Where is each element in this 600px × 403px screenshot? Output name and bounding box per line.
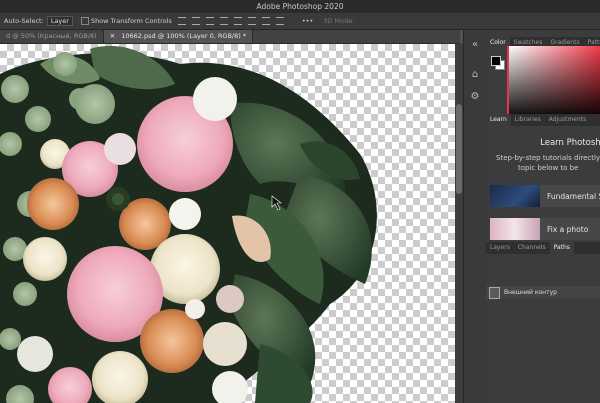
collapse-icon[interactable]: « bbox=[470, 40, 480, 50]
learn-description: Step-by-step tutorials directly i topic … bbox=[496, 153, 600, 173]
tutorial-thumbnail bbox=[490, 218, 540, 240]
layers-panel-tabs: Layers Channels Paths bbox=[486, 242, 600, 254]
properties-icon[interactable]: ⚙ bbox=[470, 92, 480, 102]
history-icon[interactable]: ⌂ bbox=[470, 70, 480, 80]
auto-select-label: Auto-Select: bbox=[4, 17, 44, 25]
document-tabs: d @ 50% (Красный, RGB/8) ✕ 10662.psd @ 1… bbox=[0, 30, 460, 44]
panel-icon-strip: « ⌂ ⚙ bbox=[463, 30, 487, 403]
learn-panel-tabs: Learn Libraries Adjustments bbox=[486, 114, 600, 126]
close-icon[interactable]: ✕ bbox=[110, 32, 115, 40]
show-transform-checkbox[interactable] bbox=[80, 17, 89, 25]
distribute-icon[interactable] bbox=[261, 17, 270, 25]
color-field[interactable] bbox=[509, 46, 600, 120]
path-item-label: Внешний контур bbox=[504, 289, 557, 296]
learn-desc-line: Step-by-step tutorials directly i bbox=[496, 154, 600, 162]
learn-title: Learn Photosho bbox=[540, 138, 600, 148]
tab-layers[interactable]: Layers bbox=[486, 242, 514, 254]
mode-3d-label: 3D Mode: bbox=[323, 17, 355, 25]
tab-label: d @ 50% (Красный, RGB/8) bbox=[6, 32, 97, 40]
canvas[interactable] bbox=[0, 44, 455, 403]
learn-desc-line: topic below to be bbox=[518, 164, 579, 172]
align-middle-icon[interactable] bbox=[191, 17, 200, 25]
tutorial-card-fix-photo[interactable]: Fix a photo bbox=[490, 218, 600, 240]
tab-adjustments[interactable]: Adjustments bbox=[545, 114, 591, 126]
align-right-icon[interactable] bbox=[247, 17, 256, 25]
tab-label: 10662.psd @ 100% (Layer 0, RGB/8) * bbox=[121, 32, 247, 40]
tab-document-2[interactable]: ✕ 10662.psd @ 100% (Layer 0, RGB/8) * bbox=[103, 30, 254, 43]
align-top-icon[interactable] bbox=[177, 17, 186, 25]
more-options-icon[interactable]: ••• bbox=[302, 17, 314, 25]
app-title: Adobe Photoshop 2020 bbox=[256, 2, 344, 11]
options-bar: Auto-Select: Layer Show Transform Contro… bbox=[0, 13, 600, 30]
tab-paths[interactable]: Paths bbox=[549, 242, 574, 254]
tutorial-label: Fix a photo bbox=[547, 224, 589, 234]
show-transform-label: Show Transform Controls bbox=[90, 17, 172, 25]
right-panels: Color Swatches Gradients Patterns Learn … bbox=[486, 30, 600, 403]
align-center-icon[interactable] bbox=[233, 17, 242, 25]
path-thumbnail bbox=[489, 286, 500, 299]
tab-libraries[interactable]: Libraries bbox=[511, 114, 545, 126]
bouquet-image bbox=[0, 45, 377, 403]
path-item[interactable]: Внешний контур bbox=[486, 286, 600, 299]
tutorial-label: Fundamental S bbox=[547, 191, 600, 201]
tab-document-1[interactable]: d @ 50% (Красный, RGB/8) bbox=[0, 30, 104, 43]
foreground-color-swatch[interactable] bbox=[491, 56, 501, 66]
scrollbar-thumb[interactable] bbox=[456, 104, 462, 194]
align-bottom-icon[interactable] bbox=[205, 17, 214, 25]
tab-channels[interactable]: Channels bbox=[514, 242, 550, 254]
align-left-icon[interactable] bbox=[219, 17, 228, 25]
tab-learn[interactable]: Learn bbox=[486, 114, 511, 126]
distribute-h-icon[interactable] bbox=[275, 17, 284, 25]
canvas-scrollbar[interactable] bbox=[455, 44, 463, 403]
tutorial-thumbnail bbox=[490, 185, 540, 207]
title-bar: Adobe Photoshop 2020 bbox=[0, 0, 600, 13]
auto-select-dropdown[interactable]: Layer bbox=[46, 16, 73, 26]
tutorial-card-fundamental[interactable]: Fundamental S bbox=[490, 185, 600, 207]
